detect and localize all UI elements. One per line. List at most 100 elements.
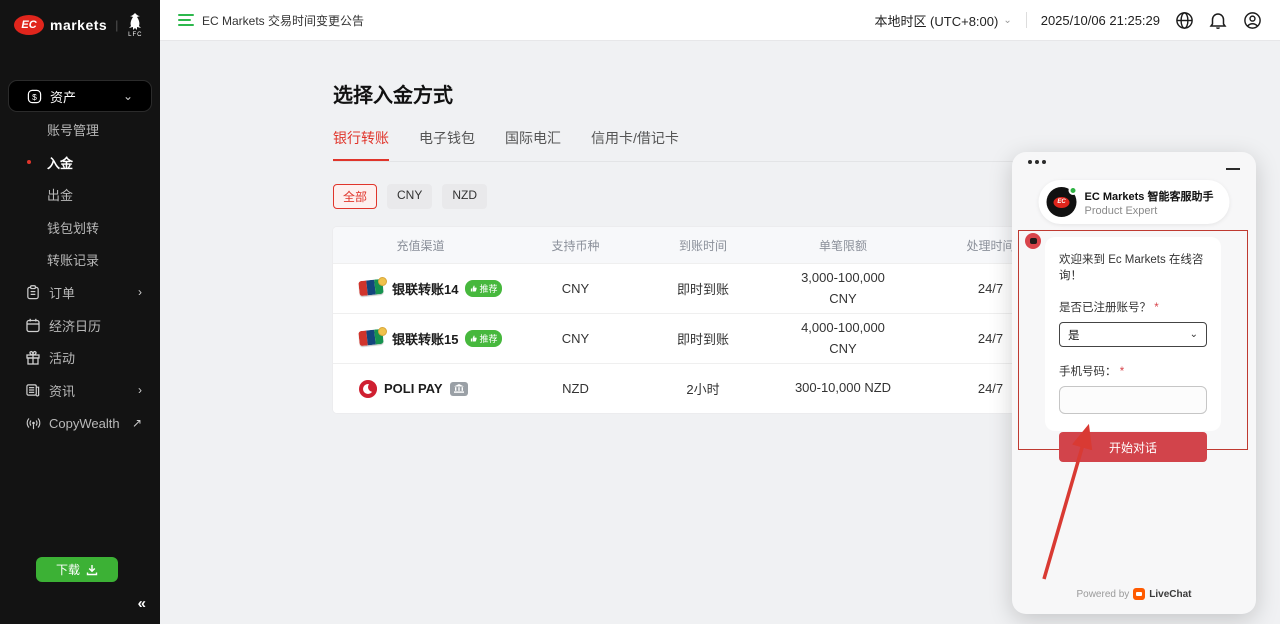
sidebar-item-activities[interactable]: 活动 xyxy=(0,341,160,373)
filter-all[interactable]: 全部 xyxy=(333,184,377,209)
deposit-channels-table: 充值渠道 支持币种 到账时间 单笔限额 处理时间 银联转账14 xyxy=(333,227,1058,413)
agent-header: EC EC Markets 智能客服助手 Product Expert xyxy=(1039,180,1230,224)
chevron-down-icon: ⌄ xyxy=(1190,329,1198,340)
liver-bird-icon xyxy=(126,12,144,32)
sidebar-item-withdraw[interactable]: 出金 xyxy=(0,178,160,210)
sidebar-item-label: 资产 xyxy=(50,87,76,106)
active-dot xyxy=(27,160,31,164)
col-channel: 充值渠道 xyxy=(333,237,508,254)
sidebar-item-orders[interactable]: 订单 › xyxy=(0,276,160,308)
registered-question-label: 是否已注册账号？ * xyxy=(1059,299,1207,315)
sidebar-item-assets[interactable]: $ 资产 ⌄ xyxy=(8,80,152,112)
sidebar-item-transfer-records[interactable]: 转账记录 xyxy=(0,243,160,275)
download-button[interactable]: 下载 xyxy=(36,557,118,582)
sidebar-item-label: 入金 xyxy=(47,153,73,172)
sidebar-item-label: 钱包划转 xyxy=(47,218,99,237)
col-arrival: 到账时间 xyxy=(643,237,763,254)
thumbs-up-icon xyxy=(470,285,477,292)
clipboard-icon xyxy=(25,284,41,300)
filter-cny[interactable]: CNY xyxy=(387,184,432,209)
supported-currency: CNY xyxy=(508,281,643,296)
tab-credit-debit-card[interactable]: 信用卡/借记卡 xyxy=(591,128,679,161)
topbar: EC Markets 交易时间变更公告 本地时区 (UTC+8:00) ⌄ 20… xyxy=(160,0,1280,41)
table-row[interactable]: POLI PAY NZD 2小时 300-10,000 NZD 24/7 xyxy=(333,363,1058,413)
livechat-widget: EC EC Markets 智能客服助手 Product Expert 欢迎来到… xyxy=(1012,152,1256,614)
language-globe-icon[interactable] xyxy=(1174,10,1194,30)
required-asterisk: * xyxy=(1154,302,1158,314)
col-currency: 支持币种 xyxy=(508,237,643,254)
unionpay-icon xyxy=(359,280,385,297)
sidebar-item-copywealth[interactable]: CopyWealth ↗ xyxy=(0,407,160,439)
divider xyxy=(1026,12,1027,28)
deposit-method-tabs: 银行转账 电子钱包 国际电汇 信用卡/借记卡 xyxy=(333,128,1058,162)
unionpay-icon xyxy=(359,330,385,347)
sidebar-item-label: 账号管理 xyxy=(47,120,99,139)
supported-currency: CNY xyxy=(508,331,643,346)
filter-nzd[interactable]: NZD xyxy=(442,184,487,209)
tab-international-wire[interactable]: 国际电汇 xyxy=(505,128,561,161)
table-row[interactable]: 银联转账14 推荐 CNY 即时到账 3,000-100,000 CNY 24/… xyxy=(333,263,1058,313)
agent-name: EC Markets 智能客服助手 xyxy=(1085,188,1214,204)
brand-name: markets xyxy=(50,17,107,33)
recommended-badge: 推荐 xyxy=(465,280,502,297)
collapse-sidebar-button[interactable]: « xyxy=(138,595,146,612)
account-avatar-icon[interactable] xyxy=(1242,10,1262,30)
welcome-message: 欢迎来到 Ec Markets 在线咨询！ xyxy=(1059,251,1207,283)
channel-name: POLI PAY xyxy=(384,381,443,396)
table-header: 充值渠道 支持币种 到账时间 单笔限额 处理时间 xyxy=(333,227,1058,263)
select-value: 是 xyxy=(1068,327,1080,343)
announcement-text[interactable]: EC Markets 交易时间变更公告 xyxy=(202,12,364,29)
chat-minimize-icon[interactable] xyxy=(1226,168,1240,170)
start-chat-button[interactable]: 开始对话 xyxy=(1059,432,1207,462)
calendar-icon xyxy=(25,317,41,333)
registered-select[interactable]: 是 ⌄ xyxy=(1059,322,1207,347)
external-link-icon: ↗ xyxy=(132,416,142,430)
chat-menu-icon[interactable] xyxy=(1028,160,1046,164)
single-limit: 3,000-100,000 CNY xyxy=(787,268,899,310)
bot-avatar xyxy=(1025,233,1041,249)
notifications-bell-icon[interactable] xyxy=(1208,10,1228,30)
sidebar-item-label: 出金 xyxy=(47,185,73,204)
livechat-icon xyxy=(1133,588,1145,600)
announcement-menu-icon[interactable] xyxy=(178,11,194,29)
arrival-time: 即时到账 xyxy=(643,279,763,298)
poli-pay-icon xyxy=(359,380,377,398)
sidebar-item-economic-calendar[interactable]: 经济日历 xyxy=(0,309,160,341)
livechat-brand[interactable]: LiveChat xyxy=(1149,589,1191,600)
logo-divider: | xyxy=(115,18,118,32)
currency-filters: 全部 CNY NZD xyxy=(333,184,1058,209)
single-limit: 300-10,000 NZD xyxy=(795,378,891,399)
sidebar-item-label: 转账记录 xyxy=(47,250,99,269)
sidebar: EC markets | LFC $ 资产 ⌄ 账号管理 入金 出金 钱包划转 … xyxy=(0,0,160,624)
chevron-down-icon: ⌄ xyxy=(1003,15,1011,26)
tab-e-wallet[interactable]: 电子钱包 xyxy=(419,128,475,161)
phone-input[interactable] xyxy=(1059,386,1207,414)
tab-bank-transfer[interactable]: 银行转账 xyxy=(333,128,389,161)
table-row[interactable]: 银联转账15 推荐 CNY 即时到账 4,000-100,000 CNY 24/… xyxy=(333,313,1058,363)
bank-badge-icon xyxy=(450,382,468,396)
recommended-badge: 推荐 xyxy=(465,330,502,347)
required-asterisk: * xyxy=(1120,366,1124,378)
arrival-time: 即时到账 xyxy=(643,329,763,348)
phone-label: 手机号码： * xyxy=(1059,363,1207,379)
pre-chat-form: 欢迎来到 Ec Markets 在线咨询！ 是否已注册账号？ * 是 ⌄ 手机号… xyxy=(1045,237,1221,431)
sidebar-item-deposit[interactable]: 入金 xyxy=(0,146,160,178)
datetime-display: 2025/10/06 21:25:29 xyxy=(1041,13,1160,28)
sidebar-item-label: 经济日历 xyxy=(49,316,101,335)
agent-avatar: EC xyxy=(1047,187,1077,217)
page-title: 选择入金方式 xyxy=(333,79,1058,108)
timezone-selector[interactable]: 本地时区 (UTC+8:00) ⌄ xyxy=(874,11,1011,30)
news-icon xyxy=(25,382,41,398)
arrival-time: 2小时 xyxy=(643,379,763,398)
sidebar-item-wallet-transfer[interactable]: 钱包划转 xyxy=(0,211,160,243)
col-limit: 单笔限额 xyxy=(763,237,923,254)
thumbs-up-icon xyxy=(470,335,477,342)
signal-icon xyxy=(25,415,41,431)
pre-chat-form-highlight: 欢迎来到 Ec Markets 在线咨询！ 是否已注册账号？ * 是 ⌄ 手机号… xyxy=(1018,230,1248,450)
channel-name: 银联转账15 xyxy=(392,329,458,348)
sidebar-item-news[interactable]: 资讯 › xyxy=(0,374,160,406)
sidebar-item-label: 活动 xyxy=(49,348,75,367)
supported-currency: NZD xyxy=(508,381,643,396)
gift-icon xyxy=(25,349,41,365)
sidebar-item-account-management[interactable]: 账号管理 xyxy=(0,113,160,145)
